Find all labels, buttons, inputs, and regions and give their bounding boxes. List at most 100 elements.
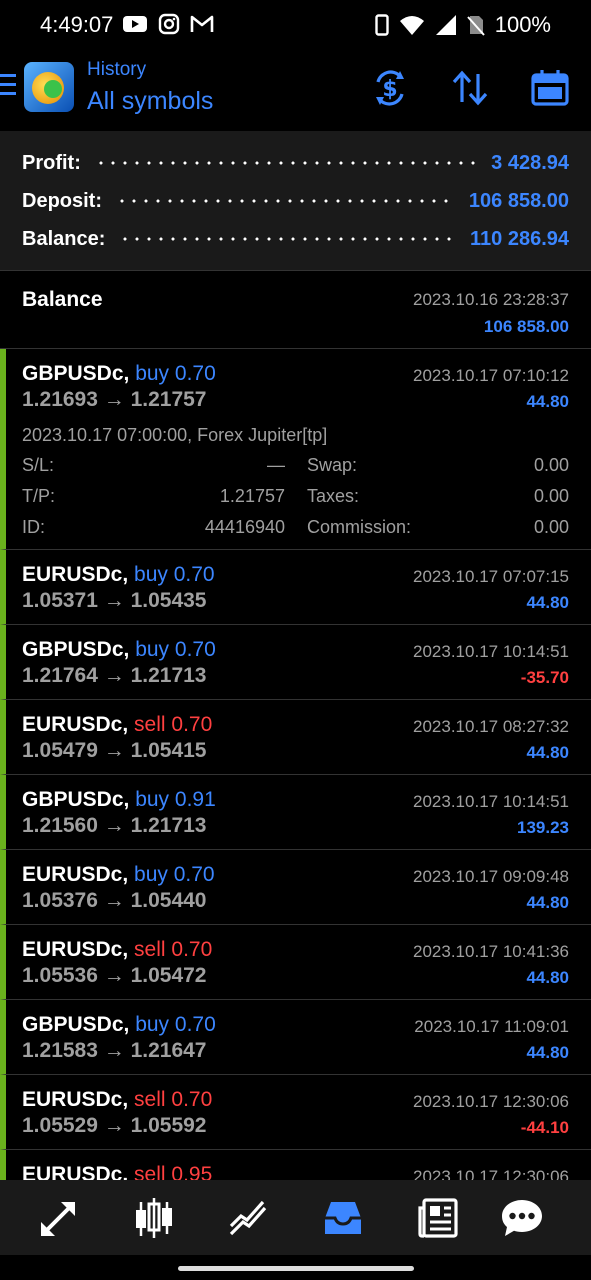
deal-row[interactable]: EURUSDc, buy 0.70 1.05371 → 1.05435 2023… bbox=[0, 550, 591, 625]
taxes-label: Taxes: bbox=[307, 486, 360, 506]
detail-row-sl: S/L: — Swap: 0.00 bbox=[22, 455, 569, 479]
deal-prices: 1.21583 → 1.21647 bbox=[22, 1039, 207, 1062]
taxes-value: 0.00 bbox=[533, 486, 569, 506]
deal-row[interactable]: EURUSDc, sell 0.70 1.05536 → 1.05472 202… bbox=[0, 925, 591, 1000]
deal-time: 2023.10.17 11:09:01 bbox=[414, 1017, 569, 1036]
deal-row[interactable]: EURUSDc, sell 0.70 1.05529 → 1.05592 202… bbox=[0, 1075, 591, 1150]
battery-percent: 100% bbox=[494, 12, 551, 37]
swap-value: 0.00 bbox=[533, 455, 569, 475]
deal-profit: 44.80 bbox=[526, 968, 569, 987]
deal-symbol: EURUSDc, bbox=[22, 1088, 129, 1111]
deal-side: buy 0.70 bbox=[135, 362, 216, 385]
deal-time: 2023.10.17 08:27:32 bbox=[413, 717, 569, 736]
summary-balance-row: Balance: 110 286.94 bbox=[22, 224, 569, 254]
youtube-icon bbox=[123, 16, 147, 32]
leader-dots bbox=[119, 237, 456, 241]
profit-label: Profit: bbox=[22, 151, 81, 174]
home-indicator[interactable] bbox=[178, 1266, 414, 1271]
deal-prices: 1.05376 → 1.05440 bbox=[22, 889, 207, 912]
deal-side: buy 0.70 bbox=[134, 563, 215, 586]
deal-side: buy 0.91 bbox=[135, 788, 216, 811]
sl-value: — bbox=[267, 455, 285, 475]
deal-symbol: EURUSDc, bbox=[22, 863, 129, 886]
header-title[interactable]: All symbols bbox=[87, 87, 213, 116]
deal-row[interactable]: GBPUSDc, buy 0.70 1.21583 → 1.21647 2023… bbox=[0, 1000, 591, 1075]
history-list[interactable]: Balance 2023.10.16 23:28:37 106 858.00 G… bbox=[0, 272, 591, 1225]
system-icons: 100% bbox=[375, 12, 551, 38]
news-icon[interactable] bbox=[416, 1196, 460, 1240]
balance-label: Balance: bbox=[22, 227, 106, 250]
balance-entry-value: 106 858.00 bbox=[483, 317, 569, 336]
deal-profit: 44.80 bbox=[526, 1043, 569, 1062]
phone-icon bbox=[375, 14, 389, 36]
deal-prices: 1.21764 → 1.21713 bbox=[22, 664, 207, 687]
quotes-icon[interactable] bbox=[37, 1196, 81, 1240]
deal-time: 2023.10.17 10:14:51 bbox=[413, 642, 569, 661]
deal-symbol-line: GBPUSDc, buy 0.70 bbox=[22, 1013, 216, 1037]
id-value: 44416940 bbox=[204, 517, 285, 537]
leader-dots bbox=[116, 199, 455, 203]
summary-deposit-row: Deposit: 106 858.00 bbox=[22, 186, 569, 216]
notification-icons bbox=[122, 13, 214, 35]
deal-profit: 44.80 bbox=[526, 893, 569, 912]
gmail-icon bbox=[190, 15, 214, 32]
deal-profit: 44.80 bbox=[526, 392, 569, 411]
deal-symbol: GBPUSDc, bbox=[22, 788, 130, 811]
deal-time: 2023.10.17 09:09:48 bbox=[413, 867, 569, 886]
menu-icon[interactable] bbox=[0, 74, 16, 96]
sort-icon[interactable] bbox=[450, 68, 490, 108]
deal-prices: 1.05371 → 1.05435 bbox=[22, 589, 207, 612]
calendar-icon[interactable] bbox=[530, 68, 570, 108]
bottom-nav bbox=[0, 1180, 591, 1255]
currency-exchange-icon[interactable]: $ bbox=[370, 68, 410, 108]
deal-symbol-line: EURUSDc, buy 0.70 bbox=[22, 863, 215, 887]
profit-value: 3 428.94 bbox=[491, 151, 569, 174]
chart-icon[interactable] bbox=[132, 1196, 176, 1240]
swap-label: Swap: bbox=[307, 455, 358, 475]
deal-time: 2023.10.17 07:07:15 bbox=[413, 567, 569, 586]
history-icon[interactable] bbox=[321, 1196, 365, 1240]
app-logo bbox=[24, 62, 74, 112]
detail-row-id: ID: 44416940 Commission: 0.00 bbox=[22, 517, 569, 541]
deal-prices: 1.21693 → 1.21757 bbox=[22, 388, 207, 411]
tp-value: 1.21757 bbox=[219, 486, 285, 506]
deal-symbol-line: GBPUSDc, buy 0.91 bbox=[22, 788, 216, 812]
deal-prices: 1.21560 → 1.21713 bbox=[22, 814, 207, 837]
deal-side: buy 0.70 bbox=[135, 638, 216, 661]
account-summary: Profit: 3 428.94 Deposit: 106 858.00 Bal… bbox=[0, 131, 591, 271]
deal-prices: 1.05529 → 1.05592 bbox=[22, 1114, 207, 1137]
wifi-icon bbox=[399, 16, 424, 35]
deal-symbol: EURUSDc, bbox=[22, 938, 129, 961]
deal-symbol: GBPUSDc, bbox=[22, 362, 130, 385]
deal-side: sell 0.70 bbox=[134, 1088, 213, 1111]
trade-icon[interactable] bbox=[227, 1196, 271, 1240]
deal-row[interactable]: EURUSDc, buy 0.70 1.05376 → 1.05440 2023… bbox=[0, 850, 591, 925]
deal-row[interactable]: EURUSDc, sell 0.70 1.05479 → 1.05415 202… bbox=[0, 700, 591, 775]
deal-profit: 44.80 bbox=[526, 593, 569, 612]
chat-icon[interactable] bbox=[500, 1196, 544, 1240]
deal-side: buy 0.70 bbox=[135, 1013, 216, 1036]
deal-prices: 1.05479 → 1.05415 bbox=[22, 739, 207, 762]
deal-symbol: EURUSDc, bbox=[22, 713, 129, 736]
deal-side: buy 0.70 bbox=[134, 863, 215, 886]
no-sim-icon bbox=[466, 16, 485, 36]
deal-row[interactable]: GBPUSDc, buy 0.91 1.21560 → 1.21713 2023… bbox=[0, 775, 591, 850]
deal-symbol-line: EURUSDc, buy 0.70 bbox=[22, 563, 215, 587]
deal-side: sell 0.70 bbox=[134, 713, 213, 736]
svg-text:$: $ bbox=[382, 77, 397, 102]
deal-row[interactable]: GBPUSDc, buy 0.70 1.21764 → 1.21713 2023… bbox=[0, 625, 591, 700]
deal-prices: 1.05536 → 1.05472 bbox=[22, 964, 207, 987]
instagram-icon bbox=[158, 13, 180, 35]
commission-value: 0.00 bbox=[533, 517, 569, 537]
deal-row[interactable]: GBPUSDc, buy 0.70 1.21693 → 1.21757 2023… bbox=[0, 349, 591, 550]
balance-value: 110 286.94 bbox=[470, 227, 569, 250]
deal-symbol-line: EURUSDc, sell 0.70 bbox=[22, 938, 212, 962]
deal-symbol-line: GBPUSDc, buy 0.70 bbox=[22, 362, 216, 386]
deal-comment: 2023.10.17 07:00:00, Forex Jupiter[tp] bbox=[22, 425, 328, 445]
deal-time: 2023.10.17 10:41:36 bbox=[413, 942, 569, 961]
deal-time: 2023.10.17 07:10:12 bbox=[413, 366, 569, 385]
balance-entry[interactable]: Balance 2023.10.16 23:28:37 106 858.00 bbox=[0, 272, 591, 349]
deal-time: 2023.10.17 12:30:06 bbox=[413, 1092, 569, 1111]
detail-row-tp: T/P: 1.21757 Taxes: 0.00 bbox=[22, 486, 569, 510]
deal-profit: -44.10 bbox=[520, 1118, 569, 1137]
